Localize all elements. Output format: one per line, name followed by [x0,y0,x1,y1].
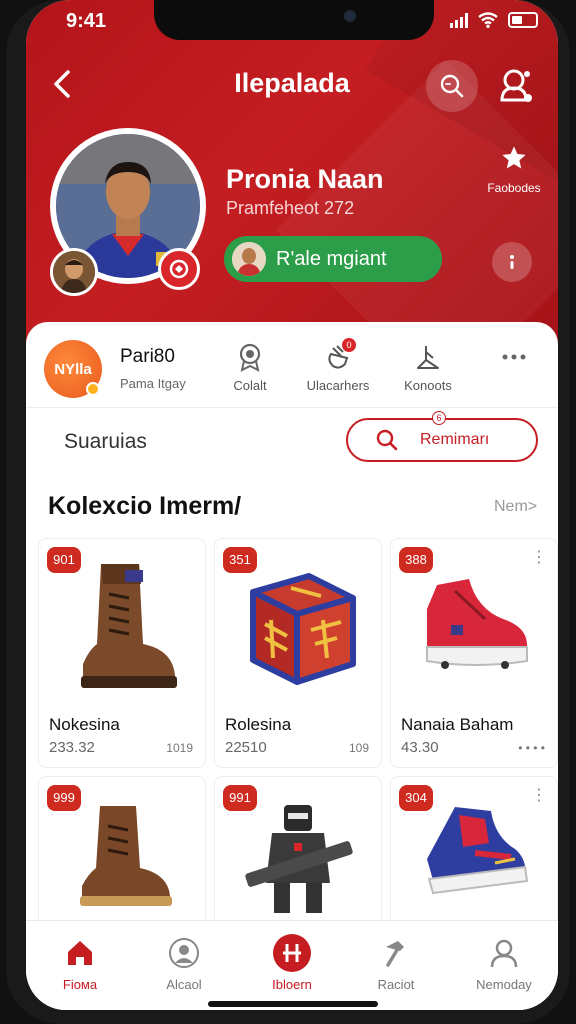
profile-subtitle: Pramfeheot 272 [226,198,355,218]
product-price: 43.30 [401,739,439,756]
product-badge: 351 [223,547,257,573]
star-icon [502,146,526,169]
collection-title: Kolexcio Imerm/ [48,492,242,520]
quick-action-awards[interactable]: Colalt [210,342,290,393]
product-price: 22510 [225,739,267,756]
team-badge-icon [158,248,200,290]
quick-actions-row: NYlla Pari80 Pama Itgay Colalt 0 Ulacarh… [26,322,558,408]
nav-item-home[interactable]: Fiома [30,933,130,992]
more-dots-icon [502,354,526,360]
product-card[interactable]: 901 Nokesina 233.32 1019 [38,538,206,768]
profile-action-label: R'ale mgiant [276,247,387,270]
product-meta: 1019 [166,741,193,755]
nav-item-tools[interactable]: Raciot [346,933,446,992]
search-button[interactable] [426,60,478,112]
signal-icon [450,12,468,28]
lamp-icon [417,346,439,369]
device-notch [154,0,434,40]
circle-plus-icon [273,934,311,972]
product-badge: 901 [47,547,81,573]
page-title: Ilepalada [234,68,350,98]
product-meta: 109 [348,741,369,755]
product-badge: 991 [223,785,257,811]
product-card[interactable]: 304 ⋮ [390,776,558,926]
more-options-button[interactable] [492,242,532,282]
favorites-label: Faobodes [487,181,541,195]
front-camera [344,10,356,22]
product-card[interactable]: 991 [214,776,382,926]
product-card[interactable]: 351 Rolesina 22510 109 [214,538,382,768]
nav-label: Raciot [377,977,415,992]
app-screen: 9:41 Ilepalada Pronia Naan Pramfeheot 27… [26,0,558,1010]
profile-action-button[interactable]: R'ale mgiant [224,236,442,282]
search-button-label: Remimarı [420,431,490,448]
search-icon [376,429,398,451]
profile-name: Pronia Naan [226,164,384,194]
phone-frame: 9:41 Ilepalada Pronia Naan Pramfeheot 27… [6,0,570,1024]
home-icon [68,941,92,965]
nav-item-account[interactable]: Alcaol [134,933,234,992]
search-label: Suaruias [64,430,147,453]
product-name: Rolesina [225,715,292,734]
product-price: 233.32 [49,739,95,756]
brand-title: Pari80 [120,346,175,367]
product-card[interactable]: 999 [38,776,206,926]
nav-item-profile[interactable]: Nemoday [454,933,554,992]
search-row: Suaruias Remimarı 6 [26,408,558,474]
quick-action-badge: 0 [342,338,356,352]
status-time: 9:41 [66,10,107,32]
product-card[interactable]: 388 ⋮ Nanaia Baham 43.30 • • • • [390,538,558,768]
quick-action-vouchers[interactable]: 0 Ulacarhers [298,338,378,393]
person-icon [169,938,199,968]
home-indicator [208,1001,378,1007]
product-badge: 999 [47,785,81,811]
bottom-navigation: Fiома Alcaol Ibloern Raciot Nemoday [26,920,558,1010]
wifi-icon [478,12,498,28]
more-vertical-icon[interactable]: ⋮ [531,785,547,805]
product-badge: 388 [399,547,433,573]
main-content: NYlla Pari80 Pama Itgay Colalt 0 Ulacarh… [26,322,558,1010]
search-icon [440,74,464,98]
search-filter-button[interactable]: Remimarı 6 [346,411,538,462]
brand-subtitle: Pama Itgay [120,376,186,391]
more-actions-button[interactable] [474,342,554,372]
more-dots-icon[interactable]: • • • • [518,741,545,755]
user-alert-icon[interactable] [496,62,536,110]
more-vertical-icon[interactable]: ⋮ [531,547,547,567]
product-badge: 304 [399,785,433,811]
nav-label: Ibloern [272,977,312,992]
quick-action-label: Colalt [233,378,267,393]
quick-action-contacts[interactable]: Konoots [388,342,468,393]
collection-more-link[interactable]: Nem> [494,498,537,516]
favorites-button[interactable]: Faobodes [484,144,544,195]
nav-label: Fiома [62,977,98,992]
award-icon [239,343,261,372]
nav-item-create[interactable]: Ibloern [242,933,342,992]
status-icons [450,12,538,28]
hammer-icon [386,941,404,967]
user-icon [490,939,518,968]
nav-label: Nemoday [476,977,532,992]
quick-action-label: Konoots [404,378,452,393]
search-button-badge: 6 [432,411,446,425]
pill-avatar [232,242,266,276]
nav-label: Alcaol [166,977,202,992]
product-name: Nokesina [49,715,120,734]
brand-status-dot [86,382,100,396]
product-name: Nanaia Baham [401,715,514,734]
quick-action-label: Ulacarhers [306,378,370,393]
secondary-avatar[interactable] [50,248,98,296]
battery-icon [508,12,538,28]
info-icon [510,255,514,269]
